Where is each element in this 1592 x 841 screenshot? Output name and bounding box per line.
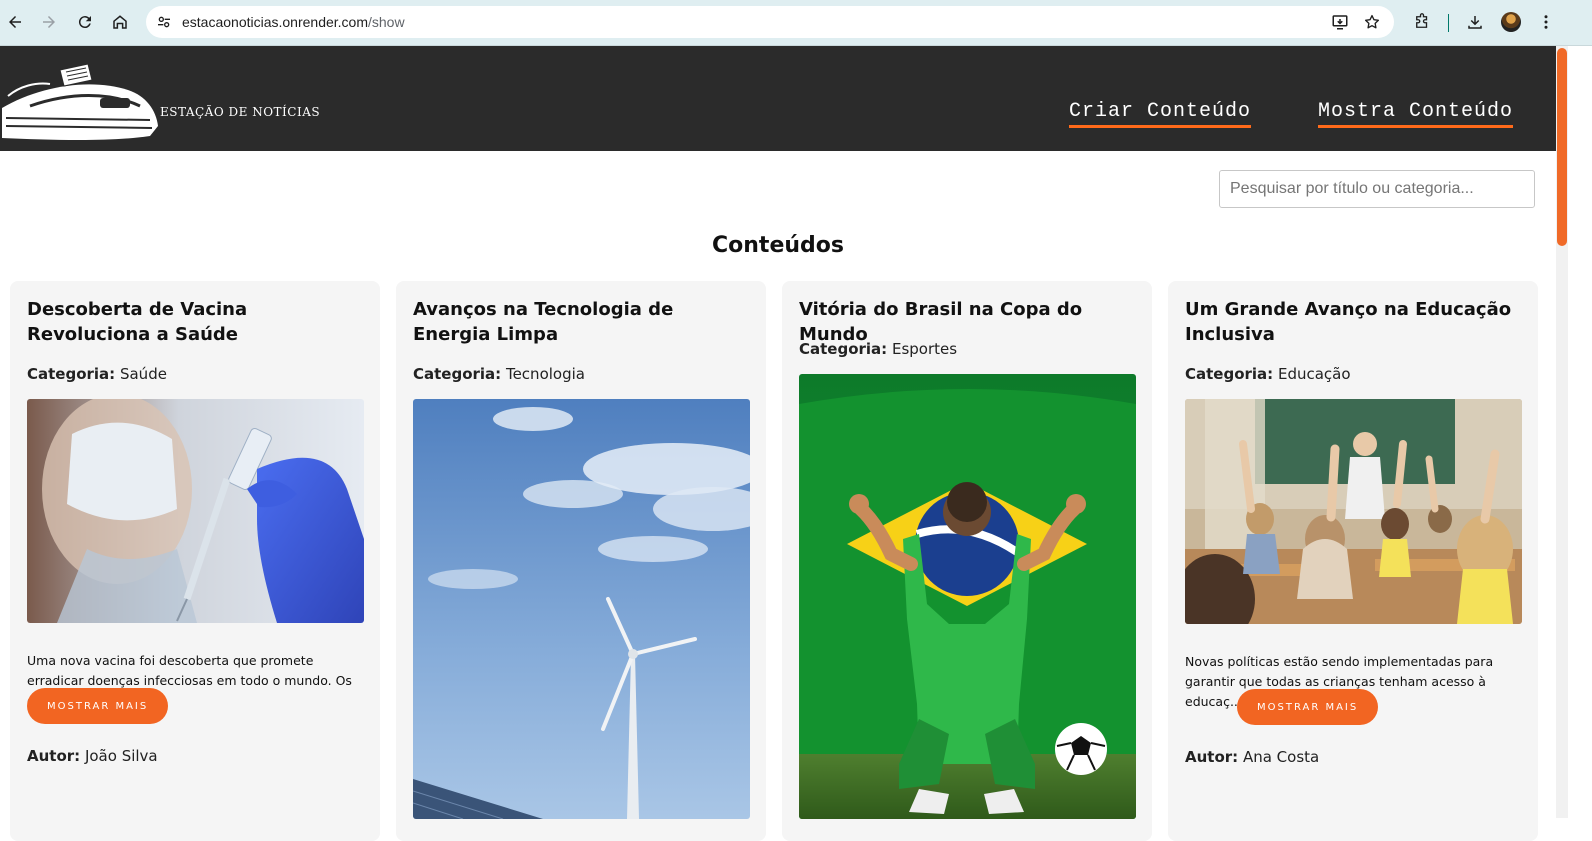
reload-button[interactable] [72, 9, 98, 35]
card-image-brazil-fan [799, 374, 1136, 819]
card-category: Categoria: Tecnologia [413, 365, 585, 383]
bookmark-star-icon[interactable] [1360, 10, 1384, 34]
reload-icon [78, 16, 91, 29]
nav-link-criar-conteudo[interactable]: Criar Conteúdo [1069, 100, 1252, 128]
card-image-classroom [1185, 399, 1522, 624]
url-text: estacaonoticias.onrender.com/show [182, 14, 405, 30]
category-value: Educação [1277, 365, 1351, 383]
downloads-icon[interactable] [1463, 10, 1487, 34]
url-path: /show [368, 14, 405, 30]
train-logo-icon[interactable] [0, 56, 160, 140]
author-value: João Silva [84, 747, 158, 765]
card-category: Categoria: Esportes [799, 340, 957, 358]
news-card: Vitória do Brasil na Copa do Mundo Categ… [782, 281, 1152, 841]
page-scrollbar-thumb[interactable] [1557, 48, 1567, 246]
card-author: Autor: Ana Costa [1185, 748, 1319, 766]
category-label: Categoria: [799, 340, 888, 358]
card-title: Avanços na Tecnologia de Energia Limpa [413, 299, 674, 345]
forward-arrow-icon [43, 16, 55, 28]
card-title: Descoberta de Vacina Revoluciona a Saúde [27, 299, 248, 345]
search-input[interactable] [1219, 170, 1535, 208]
category-label: Categoria: [413, 365, 502, 383]
site-header: ESTAÇÃO DE NOTÍCIAS Criar Conteúdo Mostr… [0, 46, 1556, 151]
author-label: Autor: [27, 747, 81, 765]
nav-link-mostra-conteudo[interactable]: Mostra Conteúdo [1318, 100, 1514, 128]
site-info-icon[interactable] [152, 10, 176, 34]
category-label: Categoria: [1185, 365, 1274, 383]
author-value: Ana Costa [1242, 748, 1320, 766]
category-label: Categoria: [27, 365, 116, 383]
forward-button[interactable] [36, 9, 62, 35]
address-bar[interactable]: estacaonoticias.onrender.com/show [146, 6, 1394, 38]
profile-avatar[interactable] [1501, 12, 1521, 32]
home-button[interactable] [107, 9, 133, 35]
card-category: Categoria: Saúde [27, 365, 167, 383]
page-title: Conteúdos [712, 233, 844, 258]
menu-kebab-icon[interactable] [1534, 10, 1558, 34]
extensions-puzzle-icon[interactable] [1410, 10, 1434, 34]
toolbar-divider [1448, 14, 1449, 32]
author-label: Autor: [1185, 748, 1239, 766]
card-author: Autor: João Silva [27, 747, 158, 765]
news-card: Um Grande Avanço na Educação Inclusiva C… [1168, 281, 1538, 841]
back-button[interactable] [2, 9, 28, 35]
home-icon [113, 15, 127, 29]
category-value: Saúde [119, 365, 167, 383]
category-value: Tecnologia [505, 365, 585, 383]
show-more-button[interactable]: MOSTRAR MAIS [27, 688, 169, 724]
card-title: Um Grande Avanço na Educação Inclusiva [1185, 299, 1512, 345]
card-image-wind-turbine [413, 399, 750, 819]
card-category: Categoria: Educação [1185, 365, 1351, 383]
news-card: Avanços na Tecnologia de Energia Limpa C… [396, 281, 766, 841]
browser-toolbar: estacaonoticias.onrender.com/show [0, 0, 1592, 46]
news-card: Descoberta de Vacina Revoluciona a Saúde… [10, 281, 380, 841]
show-more-button[interactable]: MOSTRAR MAIS [1237, 689, 1379, 725]
category-value: Esportes [891, 340, 958, 358]
logo-text: ESTAÇÃO DE NOTÍCIAS [160, 105, 321, 119]
install-app-icon[interactable] [1328, 10, 1352, 34]
card-image-vaccine [27, 399, 364, 623]
url-host: estacaonoticias.onrender.com [182, 14, 368, 30]
back-arrow-icon [9, 16, 21, 28]
